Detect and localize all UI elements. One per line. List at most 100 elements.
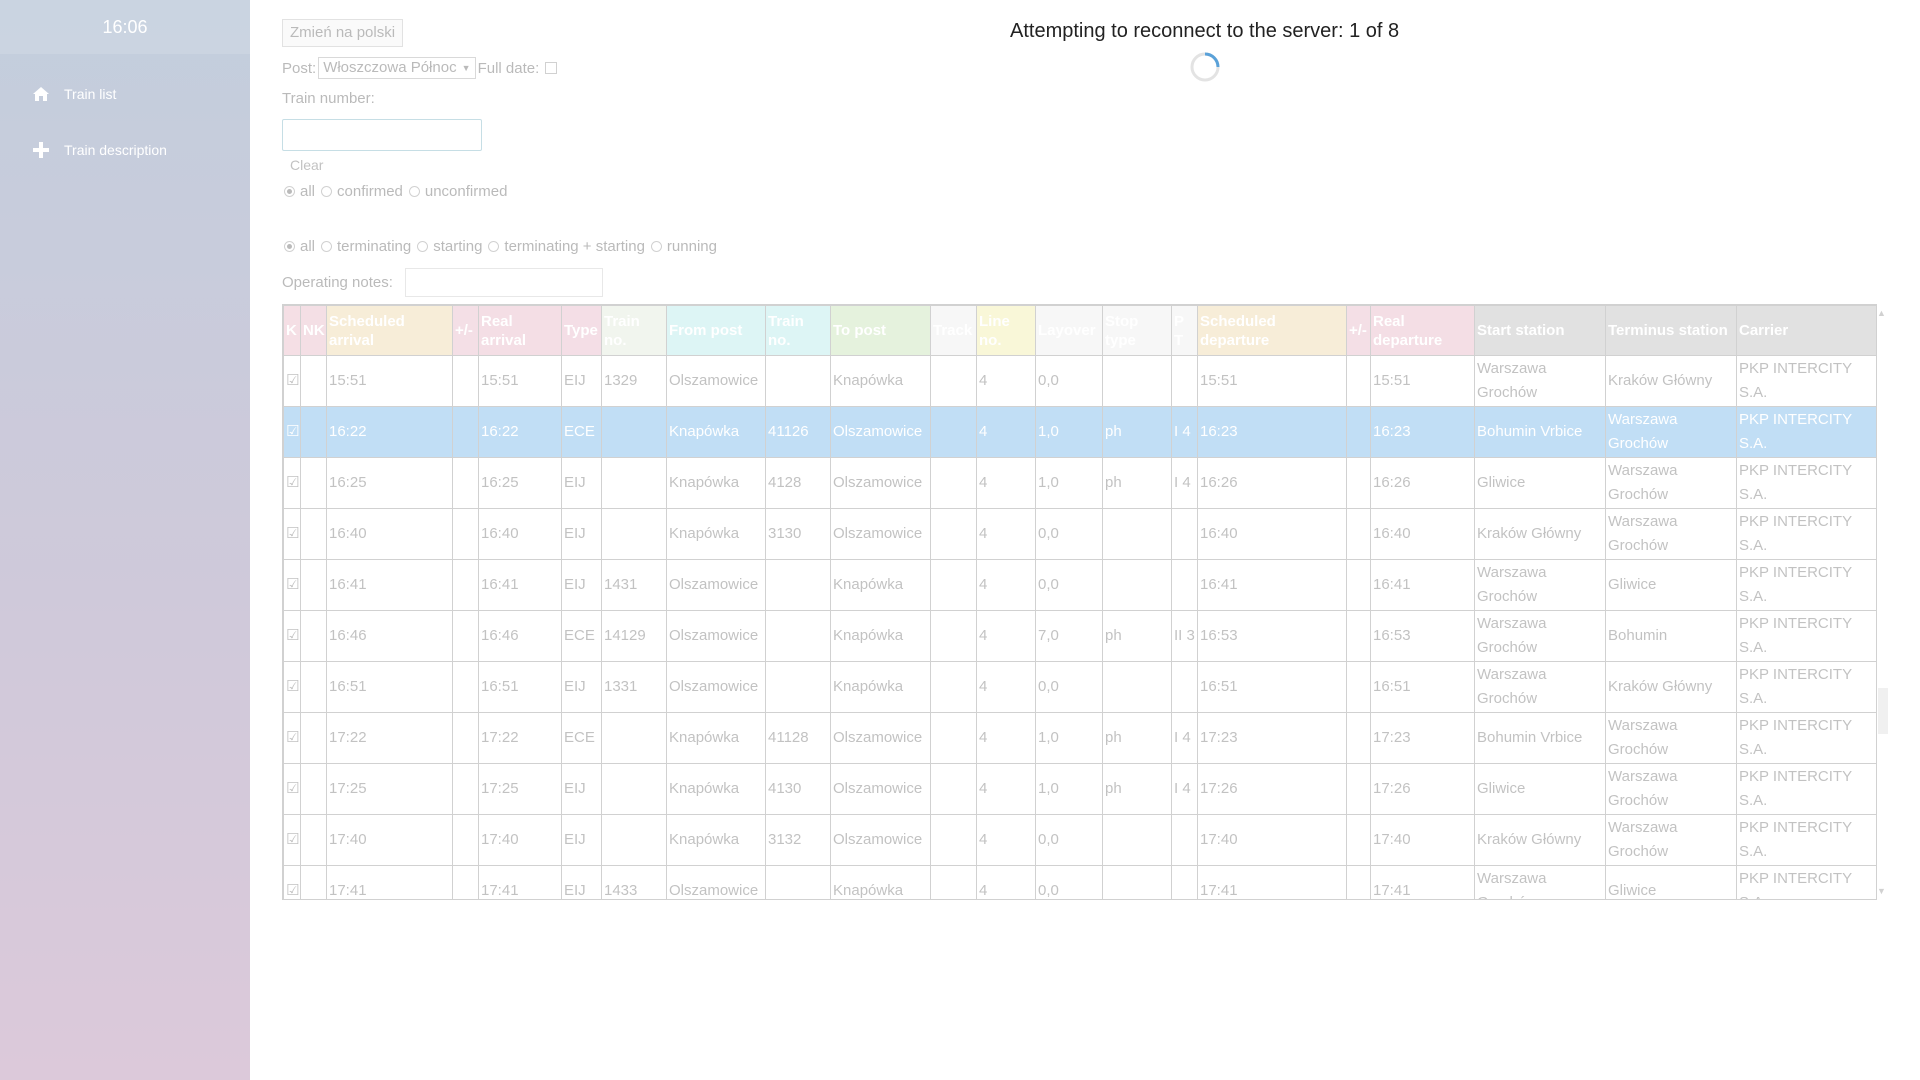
table-cell (1102, 508, 1172, 560)
reconnect-message: Attempting to reconnect to the server: 1… (1010, 20, 1400, 42)
column-header[interactable]: To post (830, 305, 931, 356)
table-cell: Olszamowice (666, 559, 766, 611)
scroll-down-icon[interactable]: ▼ (1877, 886, 1886, 896)
table-cell: 15:51 (478, 355, 562, 407)
table-row[interactable]: ☑ 17:22 17:22 ECE Knapówka 41128 Olszamowice 4 1… (283, 712, 1876, 764)
column-header[interactable]: Scheduled arrival (326, 305, 453, 356)
column-header[interactable]: Type (561, 305, 602, 356)
table-cell[interactable] (300, 610, 327, 662)
confirm-checkbox[interactable]: ☑ (283, 559, 301, 611)
radio-all[interactable] (284, 241, 295, 252)
table-cell[interactable] (300, 814, 327, 866)
table-cell: 4 (976, 712, 1036, 764)
table-cell: 15:51 (326, 355, 453, 407)
confirm-checkbox[interactable]: ☑ (283, 610, 301, 662)
table-cell[interactable] (300, 355, 327, 407)
table-row[interactable]: ☑ 17:40 17:40 EIJ Knapówka 3132 Olszamowice 4 0,… (283, 814, 1876, 866)
table-cell: Kraków Główny (1605, 355, 1737, 407)
scroll-up-icon[interactable]: ▲ (1877, 308, 1886, 318)
sidebar-item-train-description[interactable]: Train description (0, 130, 250, 170)
radio-running[interactable] (650, 241, 662, 252)
table-cell: PKP INTERCITY S.A. (1736, 712, 1876, 764)
confirm-checkbox[interactable]: ☑ (283, 814, 301, 866)
radio-all[interactable] (284, 186, 295, 197)
confirm-checkbox[interactable]: ☑ (283, 508, 301, 560)
scrollbar-thumb[interactable] (1878, 688, 1888, 734)
operating-notes-input[interactable] (405, 268, 603, 297)
table-cell: EIJ (561, 355, 602, 407)
table-row[interactable]: ☑ 17:41 17:41 EIJ 1433 Olszamowice Knapówka 4 0,… (283, 865, 1876, 899)
table-cell: Warszawa Grochów (1474, 559, 1606, 611)
column-header[interactable]: From post (666, 305, 766, 356)
column-header[interactable]: Terminus station (1605, 305, 1737, 356)
table-row[interactable]: ☑ 16:22 16:22 ECE Knapówka 41126 Olszamowice 4 1… (283, 406, 1876, 458)
column-header[interactable]: +/- (452, 305, 479, 356)
column-header[interactable]: Real arrival (478, 305, 562, 356)
table-cell: Warszawa Grochów (1605, 406, 1737, 458)
column-header[interactable]: P T (1171, 305, 1198, 356)
table-cell (601, 508, 667, 560)
column-header[interactable]: Stop type (1102, 305, 1172, 356)
table-cell[interactable] (300, 865, 327, 899)
table-cell: 16:51 (326, 661, 453, 713)
table-row[interactable]: ☑ 16:51 16:51 EIJ 1331 Olszamowice Knapówka 4 0,… (283, 661, 1876, 713)
table-cell: PKP INTERCITY S.A. (1736, 865, 1876, 899)
confirm-checkbox[interactable]: ☑ (283, 355, 301, 407)
radio-terminating-starting[interactable] (488, 241, 500, 252)
table-row[interactable]: ☑ 16:46 16:46 ECE 14129 Olszamowice Knapówka 4 7… (283, 610, 1876, 662)
column-header[interactable]: Start station (1474, 305, 1606, 356)
radio-confirmed[interactable] (321, 186, 333, 197)
confirm-checkbox[interactable]: ☑ (283, 661, 301, 713)
table-cell: Warszawa Grochów (1605, 457, 1737, 509)
table-cell[interactable] (300, 661, 327, 713)
radio-unconfirmed[interactable] (408, 186, 420, 197)
table-cell (930, 610, 977, 662)
table-row[interactable]: ☑ 17:25 17:25 EIJ Knapówka 4130 Olszamowice 4 1,… (283, 763, 1876, 815)
table-cell: 17:41 (326, 865, 453, 899)
change-language-button[interactable]: Zmień na polski (282, 19, 404, 47)
radio-terminating[interactable] (321, 241, 333, 252)
column-header[interactable]: Track (930, 305, 977, 356)
table-cell (1171, 865, 1198, 899)
table-cell: I 4 (1171, 712, 1198, 764)
table-cell: ph (1102, 406, 1172, 458)
column-header[interactable]: Real departure (1370, 305, 1475, 356)
table-cell[interactable] (300, 457, 327, 509)
confirm-checkbox[interactable]: ☑ (283, 712, 301, 764)
column-header[interactable]: Scheduled departure (1197, 305, 1347, 356)
confirm-checkbox[interactable]: ☑ (283, 406, 301, 458)
confirm-checkbox[interactable]: ☑ (283, 457, 301, 509)
table-cell[interactable] (300, 508, 327, 560)
column-header[interactable]: Carrier (1736, 305, 1876, 356)
table-cell[interactable] (300, 712, 327, 764)
column-header[interactable]: Layover (1035, 305, 1103, 356)
post-select[interactable]: Włoszczowa Północ ▼ (318, 57, 476, 79)
table-cell[interactable] (300, 559, 327, 611)
table-cell: 16:40 (1197, 508, 1347, 560)
table-cell: Olszamowice (666, 865, 766, 899)
table-cell[interactable] (300, 763, 327, 815)
column-header[interactable]: K (283, 305, 301, 356)
clear-button[interactable]: Clear (290, 157, 323, 173)
table-row[interactable]: ☑ 16:40 16:40 EIJ Knapówka 3130 Olszamowice 4 0,… (283, 508, 1876, 560)
table-cell: 4128 (765, 457, 831, 509)
column-header[interactable]: Line no. (976, 305, 1036, 356)
confirm-checkbox[interactable]: ☑ (283, 763, 301, 815)
column-header[interactable]: Train no. (765, 305, 831, 356)
table-row[interactable]: ☑ 16:25 16:25 EIJ Knapówka 4128 Olszamowice 4 1,… (283, 457, 1876, 509)
column-header[interactable]: NK (300, 305, 327, 356)
table-cell: 4 (976, 661, 1036, 713)
table-cell (601, 457, 667, 509)
radio-starting[interactable] (417, 241, 429, 252)
table-row[interactable]: ☑ 16:41 16:41 EIJ 1431 Olszamowice Knapówka 4 0,… (283, 559, 1876, 611)
table-cell[interactable] (300, 406, 327, 458)
sidebar-item-train-list[interactable]: Train list (0, 74, 250, 114)
table-row[interactable]: ☑ 15:51 15:51 EIJ 1329 Olszamowice Knapówka 4 0,… (283, 355, 1876, 407)
column-header[interactable]: +/- (1346, 305, 1371, 356)
train-number-input[interactable] (282, 119, 482, 151)
table-cell: 41128 (765, 712, 831, 764)
table-cell: Warszawa Grochów (1474, 610, 1606, 662)
full-date-checkbox[interactable] (545, 62, 558, 74)
column-header[interactable]: Train no. (601, 305, 667, 356)
confirm-checkbox[interactable]: ☑ (283, 865, 301, 899)
